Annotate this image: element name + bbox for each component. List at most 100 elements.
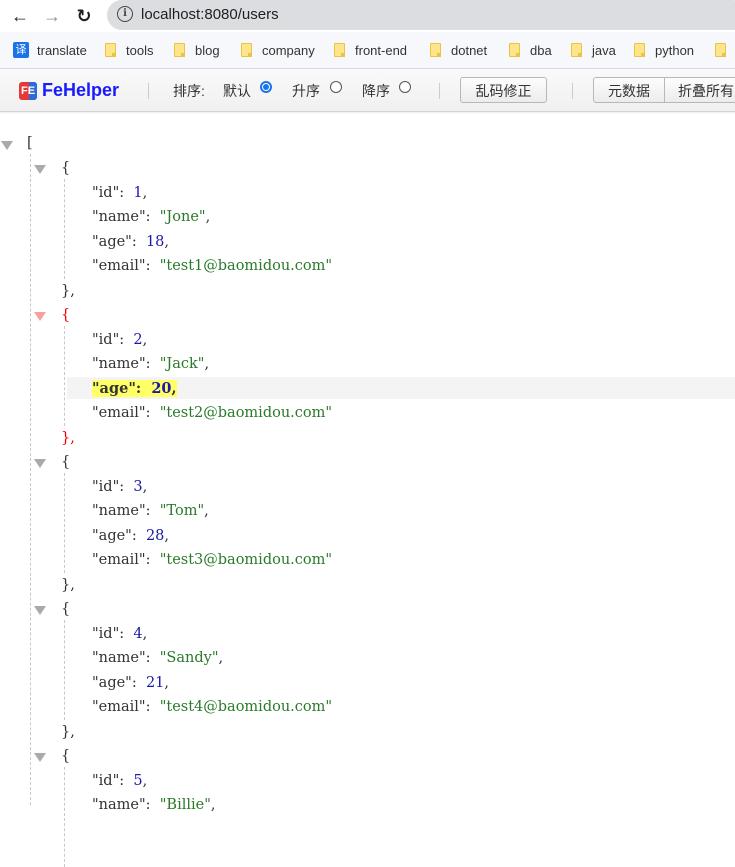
- address-bar[interactable]: i localhost:8080/users: [107, 0, 735, 30]
- sort-default-radio[interactable]: [260, 81, 272, 93]
- bookmark-dotnet[interactable]: dotnet: [430, 41, 487, 59]
- folder-icon: [241, 43, 252, 57]
- json-key: "email":: [92, 258, 151, 274]
- bookmark-blog[interactable]: blog: [174, 41, 220, 59]
- fehelper-logo-text: FeHelper: [42, 80, 120, 100]
- object-guide-line: [64, 179, 65, 279]
- sort-asc-radio[interactable]: [330, 81, 342, 93]
- json-property-id[interactable]: "id": 5,: [92, 770, 147, 792]
- json-property-id[interactable]: "id": 4,: [92, 623, 147, 645]
- metadata-button[interactable]: 元数据: [593, 77, 665, 103]
- sort-desc-radio[interactable]: [399, 81, 411, 93]
- bookmark-label: front-end: [355, 42, 408, 58]
- collapse-object-toggle-icon[interactable]: [34, 312, 46, 321]
- property-highlight: "email": "test2@baomidou.com": [92, 405, 332, 421]
- fehelper-toolbar: FE FeHelper 排序: 默认 升序 降序 乱码修正 元数据 折叠所有: [0, 69, 735, 112]
- property-highlight: "id": 2,: [92, 331, 148, 348]
- sort-desc-label[interactable]: 降序: [362, 81, 390, 101]
- json-key: "id":: [92, 478, 125, 495]
- url-text[interactable]: localhost:8080/users: [141, 6, 279, 23]
- arrow-right-icon: →: [43, 5, 61, 26]
- json-property-age[interactable]: "age": 20,: [92, 378, 177, 400]
- collapse-array-toggle-icon[interactable]: [1, 141, 13, 150]
- object-guide-line: [64, 473, 65, 573]
- object-open-brace: {: [61, 307, 71, 323]
- bookmarks-bar: 译 translate tools blog company front-end …: [0, 32, 735, 69]
- sort-default-label[interactable]: 默认: [223, 81, 251, 101]
- bookmark-front-end[interactable]: front-end: [334, 41, 407, 59]
- array-open-bracket: [: [27, 135, 33, 151]
- folder-icon: [334, 43, 345, 57]
- info-icon[interactable]: i: [117, 6, 133, 22]
- forward-button[interactable]: →: [40, 4, 64, 28]
- json-key: "email":: [92, 552, 151, 568]
- collapse-object-toggle-icon[interactable]: [34, 165, 46, 174]
- property-highlight: "id": 4,: [92, 625, 148, 642]
- property-highlight: "age": 20,: [92, 379, 177, 397]
- property-highlight: "id": 5,: [92, 772, 148, 789]
- property-highlight: "age": 28,: [92, 527, 170, 544]
- json-property-email[interactable]: "email": "test3@baomidou.com": [92, 549, 332, 571]
- json-property-name[interactable]: "name": "Billie",: [92, 794, 216, 816]
- json-value: 28: [145, 527, 165, 544]
- json-property-age[interactable]: "age": 18,: [92, 231, 169, 253]
- bookmark-label: dotnet: [451, 42, 488, 58]
- json-property-id[interactable]: "id": 2,: [92, 329, 147, 351]
- translate-icon: 译: [13, 42, 29, 58]
- json-property-email[interactable]: "email": "test2@baomidou.com": [92, 402, 332, 424]
- json-key: "age":: [92, 674, 137, 691]
- collapse-object-toggle-icon[interactable]: [34, 459, 46, 468]
- json-value: 20: [151, 379, 172, 397]
- collapse-all-button[interactable]: 折叠所有: [664, 77, 735, 103]
- json-property-name[interactable]: "name": "Tom",: [92, 500, 209, 522]
- json-key: "age":: [92, 527, 137, 544]
- reload-button[interactable]: ↻: [72, 4, 96, 28]
- back-button[interactable]: ←: [8, 4, 32, 28]
- bookmark-label: blog: [195, 42, 220, 58]
- json-property-email[interactable]: "email": "test4@baomidou.com": [92, 696, 332, 718]
- json-property-id[interactable]: "id": 1,: [92, 182, 147, 204]
- json-key: "email":: [92, 699, 151, 715]
- property-highlight: "name": "Tom",: [92, 503, 209, 519]
- bookmark-label: translate: [37, 42, 87, 58]
- folder-icon: [105, 43, 116, 57]
- object-open-brace: {: [61, 454, 71, 470]
- collapse-object-toggle-icon[interactable]: [34, 606, 46, 615]
- json-key: "name":: [92, 650, 151, 666]
- json-property-age[interactable]: "age": 28,: [92, 525, 169, 547]
- json-property-name[interactable]: "name": "Sandy",: [92, 647, 223, 669]
- fehelper-logo[interactable]: FE FeHelper: [19, 80, 119, 101]
- property-highlight: "age": 18,: [92, 233, 170, 250]
- json-value: 1: [133, 184, 143, 201]
- object-open-brace: {: [61, 601, 71, 617]
- bookmark-dba[interactable]: dba: [509, 41, 552, 59]
- sort-asc-label[interactable]: 升序: [292, 81, 320, 101]
- json-property-name[interactable]: "name": "Jack",: [92, 353, 209, 375]
- json-key: "age":: [92, 233, 137, 250]
- fehelper-logo-icon: FE: [19, 81, 37, 100]
- json-property-name[interactable]: "name": "Jone",: [92, 206, 210, 228]
- bookmark-company[interactable]: company: [241, 41, 315, 59]
- json-key: "age":: [92, 379, 142, 397]
- bookmark-java[interactable]: java: [571, 41, 616, 59]
- fix-encoding-button[interactable]: 乱码修正: [460, 77, 547, 103]
- bookmark-tools[interactable]: tools: [105, 41, 153, 59]
- property-highlight: "name": "Sandy",: [92, 650, 224, 666]
- bookmark-label: tools: [126, 42, 154, 58]
- bookmark-python[interactable]: python: [634, 41, 694, 59]
- bookmark-translate[interactable]: 译 translate: [13, 41, 87, 59]
- json-value: "Jone": [159, 209, 206, 225]
- bookmark-label: java: [592, 42, 616, 58]
- json-property-age[interactable]: "age": 21,: [92, 672, 169, 694]
- json-value: 3: [133, 478, 143, 495]
- json-key: "name":: [92, 356, 151, 372]
- object-guide-line: [64, 620, 65, 720]
- json-property-email[interactable]: "email": "test1@baomidou.com": [92, 255, 332, 277]
- collapse-object-toggle-icon[interactable]: [34, 753, 46, 762]
- folder-icon: [509, 43, 520, 57]
- json-value: 2: [133, 331, 143, 348]
- json-key: "name":: [92, 209, 151, 225]
- json-key: "id":: [92, 331, 125, 348]
- json-property-id[interactable]: "id": 3,: [92, 476, 147, 498]
- bookmark-overflow[interactable]: [715, 41, 735, 59]
